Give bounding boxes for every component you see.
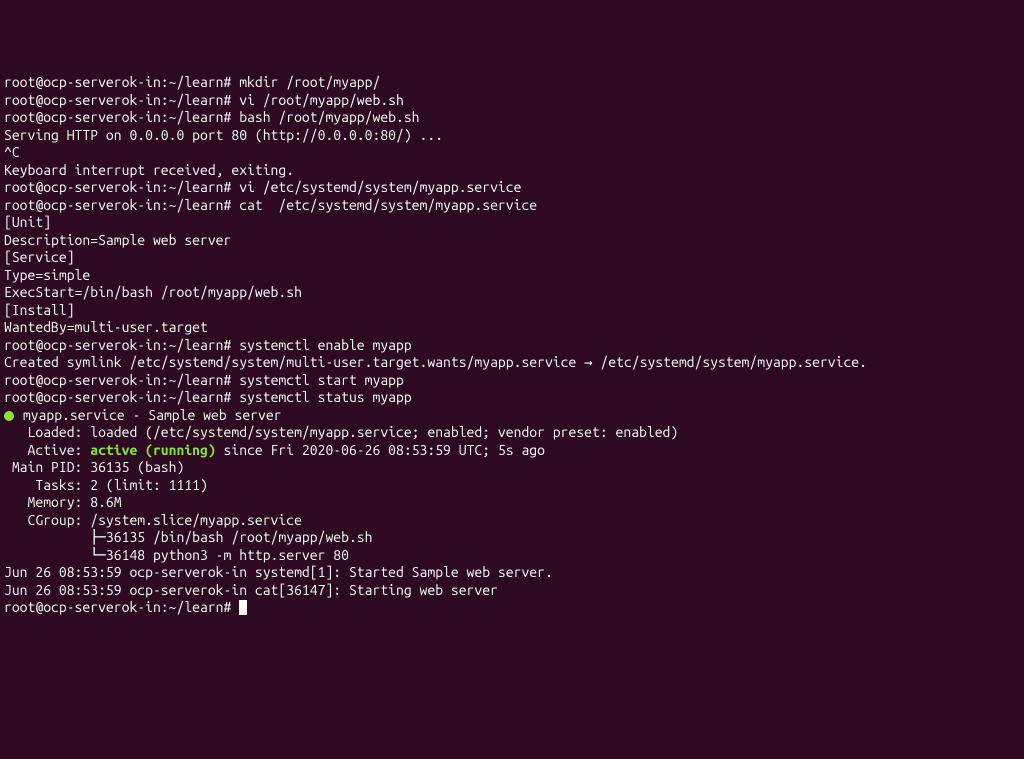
terminal-text: WantedBy=multi-user.target [4, 319, 208, 335]
terminal-text: mkdir /root/myapp/ [239, 74, 380, 90]
terminal-text: [Unit] [4, 214, 51, 230]
terminal-line: Serving HTTP on 0.0.0.0 port 80 (http://… [4, 127, 1020, 145]
terminal-text: CGroup: /system.slice/myapp.service [4, 512, 302, 528]
terminal-text: myapp.service - Sample web server [15, 407, 282, 423]
terminal-text: Created symlink /etc/systemd/system/mult… [4, 354, 867, 370]
terminal-text: vi /root/myapp/web.sh [239, 92, 404, 108]
terminal-line: [Install] [4, 302, 1020, 320]
terminal-text: root@ocp-serverok-in:~/learn# [4, 92, 239, 108]
terminal-text: Description=Sample web server [4, 232, 231, 248]
terminal-text: cat /etc/systemd/system/myapp.service [239, 197, 537, 213]
terminal-text: [Service] [4, 249, 75, 265]
terminal-text: systemctl enable myapp [239, 337, 411, 353]
terminal-text: bash /root/myapp/web.sh [239, 109, 419, 125]
terminal-line: Memory: 8.6M [4, 494, 1020, 512]
terminal-line: root@ocp-serverok-in:~/learn# [4, 599, 1020, 617]
terminal-text: root@ocp-serverok-in:~/learn# [4, 197, 239, 213]
terminal-text: root@ocp-serverok-in:~/learn# [4, 372, 239, 388]
terminal-text: ^C [4, 144, 20, 160]
terminal-line: Type=simple [4, 267, 1020, 285]
terminal-text: └─36148 python3 -m http.server 80 [4, 547, 349, 563]
terminal-line: Tasks: 2 (limit: 1111) [4, 477, 1020, 495]
terminal-line: ExecStart=/bin/bash /root/myapp/web.sh [4, 284, 1020, 302]
terminal-line: Main PID: 36135 (bash) [4, 459, 1020, 477]
terminal-line: ├─36135 /bin/bash /root/myapp/web.sh [4, 529, 1020, 547]
terminal-line: root@ocp-serverok-in:~/learn# vi /etc/sy… [4, 179, 1020, 197]
terminal-line: Description=Sample web server [4, 232, 1020, 250]
terminal-text: root@ocp-serverok-in:~/learn# [4, 599, 239, 615]
terminal-text: ExecStart=/bin/bash /root/myapp/web.sh [4, 284, 302, 300]
terminal-text: root@ocp-serverok-in:~/learn# [4, 179, 239, 195]
terminal-line: Jun 26 08:53:59 ocp-serverok-in cat[3614… [4, 582, 1020, 600]
terminal-line: Created symlink /etc/systemd/system/mult… [4, 354, 1020, 372]
terminal-text: Keyboard interrupt received, exiting. [4, 162, 294, 178]
terminal-text: Jun 26 08:53:59 ocp-serverok-in cat[3614… [4, 582, 498, 598]
terminal-line: root@ocp-serverok-in:~/learn# bash /root… [4, 109, 1020, 127]
terminal-text: root@ocp-serverok-in:~/learn# [4, 389, 239, 405]
terminal-line: root@ocp-serverok-in:~/learn# systemctl … [4, 372, 1020, 390]
terminal-window[interactable]: root@ocp-serverok-in:~/learn# mkdir /roo… [4, 74, 1020, 671]
terminal-line: CGroup: /system.slice/myapp.service [4, 512, 1020, 530]
terminal-text: Type=simple [4, 267, 90, 283]
terminal-text: Memory: 8.6M [4, 494, 122, 510]
terminal-text: root@ocp-serverok-in:~/learn# [4, 109, 239, 125]
terminal-text: Jun 26 08:53:59 ocp-serverok-in systemd[… [4, 564, 553, 580]
terminal-line: Jun 26 08:53:59 ocp-serverok-in systemd[… [4, 564, 1020, 582]
terminal-line: root@ocp-serverok-in:~/learn# cat /etc/s… [4, 197, 1020, 215]
terminal-line: root@ocp-serverok-in:~/learn# mkdir /roo… [4, 74, 1020, 92]
terminal-text: Serving HTTP on 0.0.0.0 port 80 (http://… [4, 127, 443, 143]
terminal-line: myapp.service - Sample web server [4, 407, 1020, 425]
terminal-line: ^C [4, 144, 1020, 162]
terminal-text: active (running) [90, 442, 215, 458]
terminal-line: root@ocp-serverok-in:~/learn# vi /root/m… [4, 92, 1020, 110]
terminal-text: [Install] [4, 302, 75, 318]
terminal-line: [Unit] [4, 214, 1020, 232]
terminal-text: ├─36135 /bin/bash /root/myapp/web.sh [4, 529, 372, 545]
terminal-line: Active: active (running) since Fri 2020-… [4, 442, 1020, 460]
terminal-line: [Service] [4, 249, 1020, 267]
terminal-text: systemctl status myapp [239, 389, 411, 405]
terminal-text: Active: [4, 442, 90, 458]
terminal-text: root@ocp-serverok-in:~/learn# [4, 337, 239, 353]
status-dot-icon [4, 411, 14, 421]
terminal-text: root@ocp-serverok-in:~/learn# [4, 74, 239, 90]
terminal-text: Loaded: loaded (/etc/systemd/system/myap… [4, 424, 678, 440]
terminal-text: vi /etc/systemd/system/myapp.service [239, 179, 521, 195]
terminal-line: root@ocp-serverok-in:~/learn# systemctl … [4, 389, 1020, 407]
terminal-line: └─36148 python3 -m http.server 80 [4, 547, 1020, 565]
terminal-line: Keyboard interrupt received, exiting. [4, 162, 1020, 180]
terminal-text: systemctl start myapp [239, 372, 404, 388]
terminal-line: root@ocp-serverok-in:~/learn# systemctl … [4, 337, 1020, 355]
terminal-cursor [239, 600, 247, 615]
terminal-line: Loaded: loaded (/etc/systemd/system/myap… [4, 424, 1020, 442]
terminal-line: WantedBy=multi-user.target [4, 319, 1020, 337]
terminal-text: Main PID: 36135 (bash) [4, 459, 184, 475]
terminal-text: Tasks: 2 (limit: 1111) [4, 477, 208, 493]
terminal-text: since Fri 2020-06-26 08:53:59 UTC; 5s ag… [216, 442, 545, 458]
